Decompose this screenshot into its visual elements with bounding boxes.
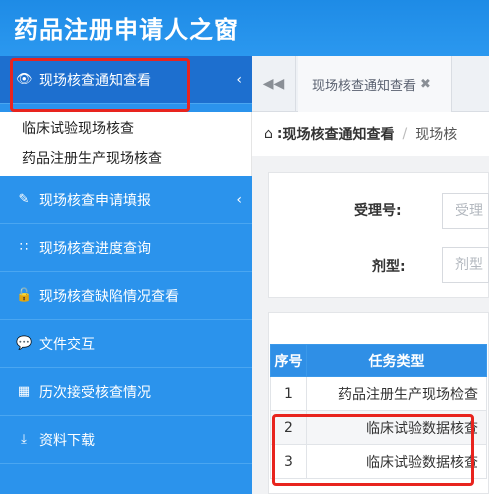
download-icon: ⤓ [21, 432, 27, 447]
table-row[interactable]: 3 临床试验数据核查 [270, 444, 487, 479]
sidebar-item-label: 现场核查申请填报 [39, 192, 151, 209]
spinner-icon: ∷ [19, 240, 29, 255]
dosage-form-input[interactable] [442, 247, 489, 283]
table-row[interactable]: 1 药品注册生产现场检查 [270, 376, 487, 411]
acceptance-number-label: 受理号: [354, 203, 402, 219]
submenu-item-production-inspection[interactable]: 药品注册生产现场核查 [22, 148, 162, 168]
table-icon: ▦ [17, 384, 31, 399]
app-header: 药品注册申请人之窗 [0, 0, 489, 56]
breadcrumb: ⌂ : 现场核查通知查看 / 现场核 [252, 112, 489, 156]
sidebar-item-notice-view[interactable]: 👁 现场核查通知查看 ‹ [0, 56, 252, 104]
sidebar-submenu: 临床试验现场核查 药品注册生产现场核查 [0, 112, 252, 176]
tab-scroll-left-button[interactable]: ◀◀ [252, 56, 296, 112]
cell-no: 3 [270, 444, 307, 479]
sidebar-item-label: 现场核查通知查看 [39, 72, 151, 89]
sidebar-item-downloads[interactable]: ⤓ 资料下载 [0, 416, 252, 464]
cell-no: 1 [270, 376, 307, 411]
edit-icon: ✎ [18, 192, 30, 207]
breadcrumb-separator: / [402, 126, 408, 142]
sidebar-item-label: 历次接受核查情况 [39, 384, 151, 401]
column-header-no: 序号 [270, 344, 307, 377]
unlock-icon: 🔓 [16, 288, 33, 303]
breadcrumb-current: 现场核查通知查看 [282, 127, 395, 143]
eye-icon: 👁 [16, 72, 33, 87]
chevron-left-icon: ‹ [236, 191, 242, 208]
sidebar-item-progress[interactable]: ∷ 现场核查进度查询 [0, 224, 252, 272]
breadcrumb-crumb[interactable]: 现场核 [415, 124, 457, 144]
sidebar-item-defects[interactable]: 🔓 现场核查缺陷情况查看 [0, 272, 252, 320]
tab-bar: ◀◀ 现场核查通知查看 ✖ [252, 56, 489, 112]
table-row[interactable]: 2 临床试验数据核查 [270, 410, 487, 445]
table-header-row: 序号 任务类型 [270, 344, 487, 377]
tab-notice-view[interactable]: 现场核查通知查看 ✖ [298, 56, 452, 112]
acceptance-number-input[interactable] [442, 193, 489, 229]
chevron-left-icon: ‹ [236, 71, 242, 88]
dosage-form-label: 剂型: [372, 259, 406, 275]
sidebar-item-label: 现场核查进度查询 [39, 240, 151, 257]
sidebar-item-label: 文件交互 [39, 336, 95, 353]
sidebar-item-application[interactable]: ✎ 现场核查申请填报 ‹ [0, 176, 252, 224]
cell-no: 2 [270, 410, 307, 445]
double-chevron-left-icon: ◀◀ [262, 76, 285, 92]
sidebar-item-label: 资料下载 [39, 432, 95, 449]
column-header-task-type: 任务类型 [306, 344, 487, 377]
cell-task-type: 临床试验数据核查 [306, 410, 487, 445]
comments-icon: 💬 [16, 336, 33, 351]
tab-label: 现场核查通知查看 [312, 78, 417, 94]
inspection-task-table: 序号 任务类型 1 药品注册生产现场检查 2 临床试验数据核查 3 临床试验数据… [270, 344, 487, 479]
cell-task-type: 临床试验数据核查 [306, 444, 487, 479]
sidebar-item-label: 现场核查缺陷情况查看 [39, 288, 179, 305]
submenu-item-clinical-inspection[interactable]: 临床试验现场核查 [22, 118, 134, 138]
home-icon[interactable]: ⌂ [264, 126, 273, 142]
sidebar-item-history[interactable]: ▦ 历次接受核查情况 [0, 368, 252, 416]
app-title: 药品注册申请人之窗 [14, 16, 239, 44]
close-icon[interactable]: ✖ [420, 77, 431, 92]
cell-task-type: 药品注册生产现场检查 [306, 376, 487, 411]
sidebar-item-file-exchange[interactable]: 💬 文件交互 [0, 320, 252, 368]
